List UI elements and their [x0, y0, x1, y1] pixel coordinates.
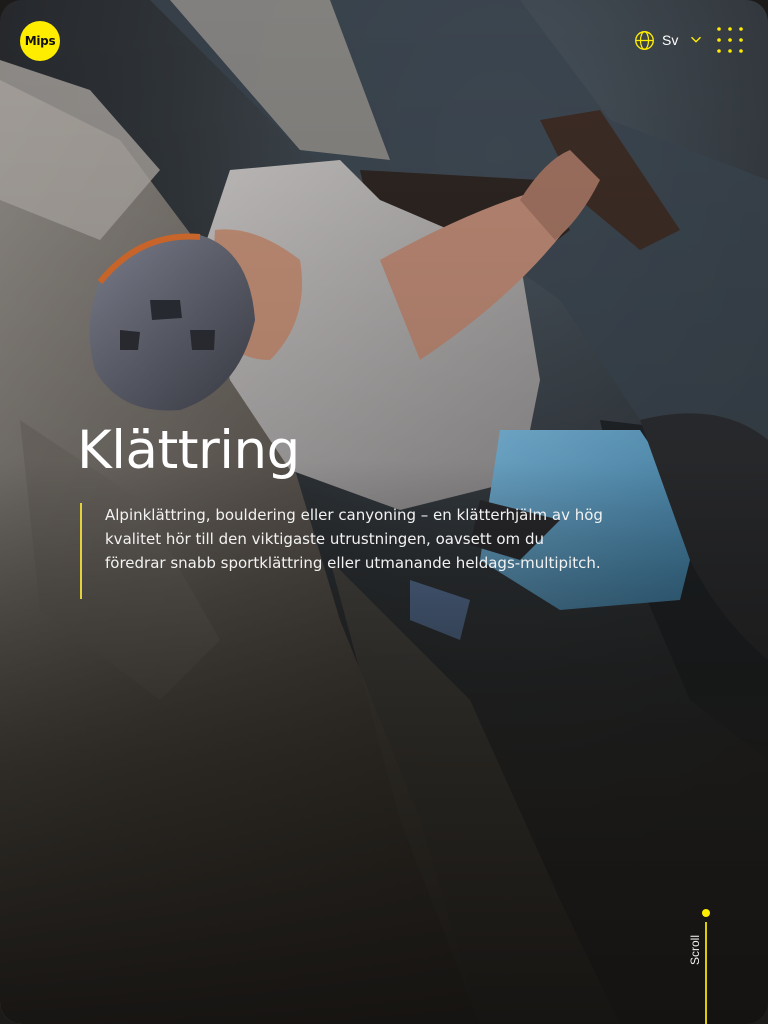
dots-grid-icon: [717, 27, 743, 53]
menu-button[interactable]: [716, 26, 744, 54]
page: Mips Sv Klättring Alpinklättring, boulde…: [0, 0, 768, 1024]
scroll-label[interactable]: Scroll: [685, 925, 705, 965]
description-accent-line: [80, 503, 82, 599]
scroll-indicator-dot: [702, 909, 710, 917]
hero-description: Alpinklättring, bouldering eller canyoni…: [105, 506, 603, 572]
mips-logo[interactable]: Mips: [20, 21, 60, 61]
scroll-indicator-line: [705, 922, 707, 1024]
page-title: Klättring: [77, 420, 300, 481]
top-navigation: Mips Sv: [0, 0, 768, 80]
language-code: Sv: [662, 32, 679, 48]
globe-icon: [635, 30, 654, 50]
chevron-down-icon: [691, 36, 702, 43]
language-selector[interactable]: Sv: [634, 28, 703, 52]
